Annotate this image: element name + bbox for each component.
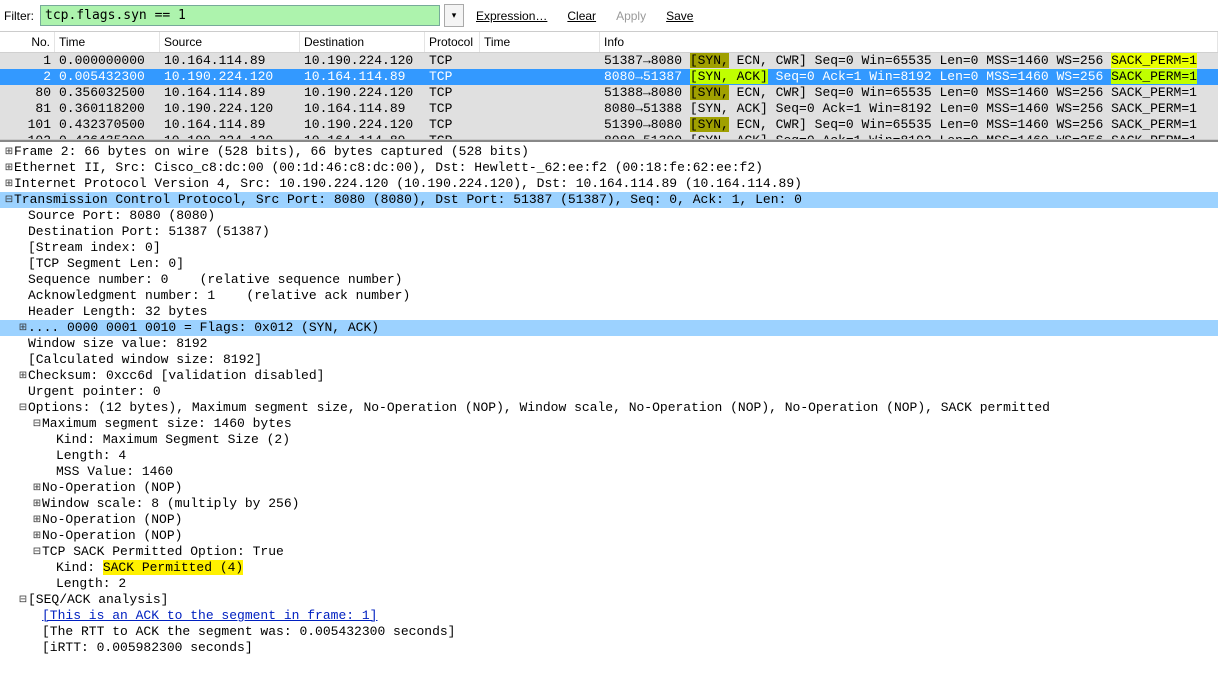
dst-port[interactable]: Destination Port: 51387 (51387) xyxy=(28,224,270,240)
collapse-icon[interactable]: ⊟ xyxy=(32,416,42,432)
filter-bar: Filter: ▾ Expression… Clear Apply Save xyxy=(0,0,1218,31)
collapse-icon[interactable]: ⊟ xyxy=(4,192,14,208)
ack-number[interactable]: Acknowledgment number: 1 (relative ack n… xyxy=(28,288,410,304)
expand-icon[interactable]: ⊞ xyxy=(18,368,28,384)
mss-length[interactable]: Length: 4 xyxy=(56,448,126,464)
opt-nop1[interactable]: No-Operation (NOP) xyxy=(42,480,182,496)
sack-kind[interactable]: Kind: SACK Permitted (4) xyxy=(56,560,243,576)
packet-row[interactable]: 810.36011820010.190.224.12010.164.114.89… xyxy=(0,101,1218,117)
expand-icon[interactable]: ⊞ xyxy=(32,528,42,544)
expand-icon[interactable]: ⊞ xyxy=(32,480,42,496)
rtt-value[interactable]: [The RTT to ACK the segment was: 0.00543… xyxy=(42,624,455,640)
seq-ack-analysis[interactable]: [SEQ/ACK analysis] xyxy=(28,592,168,608)
src-port[interactable]: Source Port: 8080 (8080) xyxy=(28,208,215,224)
filter-label: Filter: xyxy=(4,9,34,23)
packet-details: ⊞Frame 2: 66 bytes on wire (528 bits), 6… xyxy=(0,140,1218,662)
col-destination[interactable]: Destination xyxy=(300,32,425,52)
tcp-options[interactable]: Options: (12 bytes), Maximum segment siz… xyxy=(28,400,1050,416)
packet-row[interactable]: 10.00000000010.164.114.8910.190.224.120T… xyxy=(0,53,1218,69)
expand-icon[interactable]: ⊞ xyxy=(4,176,14,192)
tcp-seg-len[interactable]: [TCP Segment Len: 0] xyxy=(28,256,184,272)
opt-wscale[interactable]: Window scale: 8 (multiply by 256) xyxy=(42,496,299,512)
tcp-summary[interactable]: Transmission Control Protocol, Src Port:… xyxy=(14,192,1218,208)
sack-length[interactable]: Length: 2 xyxy=(56,576,126,592)
clear-button[interactable]: Clear xyxy=(559,7,604,25)
mss-value[interactable]: MSS Value: 1460 xyxy=(56,464,173,480)
col-time[interactable]: Time xyxy=(55,32,160,52)
col-protocol[interactable]: Protocol xyxy=(425,32,480,52)
expand-icon[interactable]: ⊞ xyxy=(18,320,28,336)
calc-window[interactable]: [Calculated window size: 8192] xyxy=(28,352,262,368)
packet-row[interactable]: 800.35603250010.164.114.8910.190.224.120… xyxy=(0,85,1218,101)
save-button[interactable]: Save xyxy=(658,7,701,25)
opt-nop2[interactable]: No-Operation (NOP) xyxy=(42,512,182,528)
chevron-down-icon: ▾ xyxy=(452,10,457,21)
opt-sack-permitted[interactable]: TCP SACK Permitted Option: True xyxy=(42,544,284,560)
expand-icon[interactable]: ⊞ xyxy=(32,512,42,528)
opt-mss[interactable]: Maximum segment size: 1460 bytes xyxy=(42,416,292,432)
packet-row[interactable]: 1010.43237050010.164.114.8910.190.224.12… xyxy=(0,117,1218,133)
seq-number[interactable]: Sequence number: 0 (relative sequence nu… xyxy=(28,272,402,288)
opt-nop3[interactable]: No-Operation (NOP) xyxy=(42,528,182,544)
irtt-value[interactable]: [iRTT: 0.005982300 seconds] xyxy=(42,640,253,656)
ack-link[interactable]: [This is an ACK to the segment in frame:… xyxy=(42,608,377,624)
col-time2[interactable]: Time xyxy=(480,32,600,52)
ip-summary[interactable]: Internet Protocol Version 4, Src: 10.190… xyxy=(14,176,802,192)
col-info[interactable]: Info xyxy=(600,32,1218,52)
expand-icon[interactable]: ⊞ xyxy=(4,144,14,160)
expand-icon[interactable]: ⊞ xyxy=(32,496,42,512)
col-source[interactable]: Source xyxy=(160,32,300,52)
ethernet-summary[interactable]: Ethernet II, Src: Cisco_c8:dc:00 (00:1d:… xyxy=(14,160,763,176)
col-no[interactable]: No. xyxy=(0,32,55,52)
collapse-icon[interactable]: ⊟ xyxy=(32,544,42,560)
apply-button: Apply xyxy=(608,7,654,25)
collapse-icon[interactable]: ⊟ xyxy=(18,400,28,416)
filter-dropdown-button[interactable]: ▾ xyxy=(444,4,464,27)
expand-icon[interactable]: ⊞ xyxy=(4,160,14,176)
tcp-flags[interactable]: .... 0000 0001 0010 = Flags: 0x012 (SYN,… xyxy=(28,320,1218,336)
collapse-icon[interactable]: ⊟ xyxy=(18,592,28,608)
frame-summary[interactable]: Frame 2: 66 bytes on wire (528 bits), 66… xyxy=(14,144,529,160)
packet-list: No. Time Source Destination Protocol Tim… xyxy=(0,31,1218,140)
filter-input[interactable] xyxy=(40,5,440,26)
packet-row[interactable]: 1020.43643520010.190.224.12010.164.114.8… xyxy=(0,133,1218,139)
expression-button[interactable]: Expression… xyxy=(468,7,555,25)
checksum[interactable]: Checksum: 0xcc6d [validation disabled] xyxy=(28,368,324,384)
window-size[interactable]: Window size value: 8192 xyxy=(28,336,207,352)
packet-row[interactable]: 20.00543230010.190.224.12010.164.114.89T… xyxy=(0,69,1218,85)
stream-index[interactable]: [Stream index: 0] xyxy=(28,240,161,256)
packet-list-header: No. Time Source Destination Protocol Tim… xyxy=(0,32,1218,53)
urgent-pointer[interactable]: Urgent pointer: 0 xyxy=(28,384,161,400)
mss-kind[interactable]: Kind: Maximum Segment Size (2) xyxy=(56,432,290,448)
header-length[interactable]: Header Length: 32 bytes xyxy=(28,304,207,320)
